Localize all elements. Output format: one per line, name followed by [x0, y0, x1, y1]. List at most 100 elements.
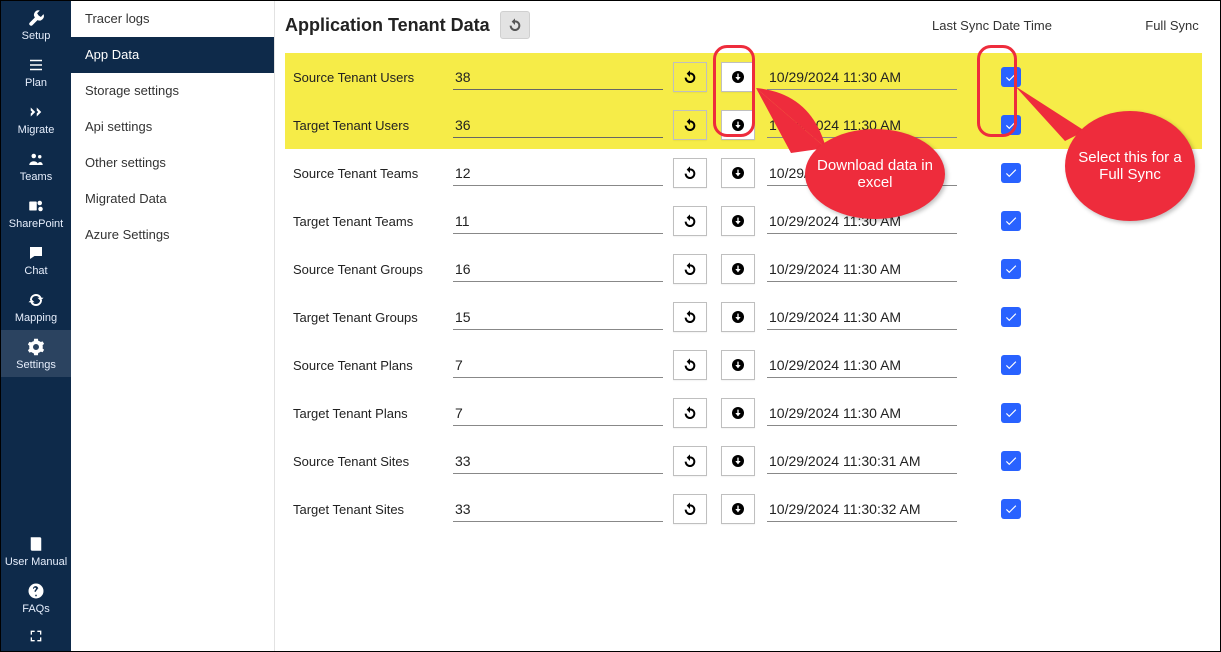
sharepoint-icon [27, 197, 45, 215]
row-refresh-button[interactable] [673, 62, 707, 92]
sidebar-item-other-settings[interactable]: Other settings [71, 145, 274, 181]
nav-mapping[interactable]: Mapping [1, 283, 71, 330]
data-row: Target Tenant Teams 11 10/29/2024 11:30 … [285, 197, 1202, 245]
row-fullsync-checkbox[interactable] [1001, 163, 1021, 183]
row-label: Target Tenant Sites [285, 502, 453, 517]
row-label: Source Tenant Sites [285, 454, 453, 469]
refresh-all-button[interactable] [500, 11, 530, 39]
data-row: Source Tenant Groups 16 10/29/2024 11:30… [285, 245, 1202, 293]
nav-usermanual[interactable]: User Manual [1, 527, 71, 574]
download-icon [730, 165, 746, 181]
nav-faqs[interactable]: FAQs [1, 574, 71, 621]
row-refresh-button[interactable] [673, 158, 707, 188]
row-refresh-button[interactable] [673, 302, 707, 332]
row-fullsync-checkbox[interactable] [1001, 115, 1021, 135]
row-refresh-button[interactable] [673, 446, 707, 476]
row-download-button[interactable] [721, 398, 755, 428]
download-icon [730, 501, 746, 517]
row-fullsync-checkbox[interactable] [1001, 451, 1021, 471]
row-fullsync-checkbox[interactable] [1001, 499, 1021, 519]
row-download-button[interactable] [721, 350, 755, 380]
row-label: Source Tenant Plans [285, 358, 453, 373]
nav-chat[interactable]: Chat [1, 236, 71, 283]
sidebar-item-api-settings[interactable]: Api settings [71, 109, 274, 145]
download-icon [730, 213, 746, 229]
check-icon [1004, 310, 1018, 324]
row-refresh-button[interactable] [673, 398, 707, 428]
download-icon [730, 357, 746, 373]
nav-migrate[interactable]: Migrate [1, 95, 71, 142]
row-lastsync: 10/29/2024 11:30 AM [767, 65, 957, 90]
row-label: Target Tenant Teams [285, 214, 453, 229]
download-icon [730, 69, 746, 85]
check-icon [1004, 70, 1018, 84]
row-label: Source Tenant Teams [285, 166, 453, 181]
row-refresh-button[interactable] [673, 206, 707, 236]
check-icon [1004, 358, 1018, 372]
row-download-button[interactable] [721, 62, 755, 92]
sync-icon [27, 291, 45, 309]
row-count: 38 [453, 65, 663, 90]
row-download-button[interactable] [721, 494, 755, 524]
refresh-icon [682, 213, 698, 229]
nav-label: User Manual [5, 556, 67, 568]
row-download-button[interactable] [721, 302, 755, 332]
sidebar-item-migrated-data[interactable]: Migrated Data [71, 181, 274, 217]
download-icon [730, 453, 746, 469]
download-icon [730, 309, 746, 325]
expand-nav-button[interactable] [1, 621, 71, 651]
row-fullsync-checkbox[interactable] [1001, 307, 1021, 327]
sidebar-item-azure-settings[interactable]: Azure Settings [71, 217, 274, 253]
column-header-lastsync: Last Sync Date Time [932, 18, 1102, 33]
data-row: Target Tenant Sites 33 10/29/2024 11:30:… [285, 485, 1202, 533]
sidebar-item-app-data[interactable]: App Data [71, 37, 274, 73]
sidebar-item-storage-settings[interactable]: Storage settings [71, 73, 274, 109]
sidebar-item-tracer-logs[interactable]: Tracer logs [71, 1, 274, 37]
row-refresh-button[interactable] [673, 254, 707, 284]
refresh-icon [682, 453, 698, 469]
nav-sharepoint[interactable]: SharePoint [1, 189, 71, 236]
row-fullsync-checkbox[interactable] [1001, 211, 1021, 231]
nav-plan[interactable]: Plan [1, 48, 71, 95]
teams-icon [27, 150, 45, 168]
nav-teams[interactable]: Teams [1, 142, 71, 189]
data-row: Source Tenant Users 38 10/29/2024 11:30 … [285, 53, 1202, 101]
row-label: Target Tenant Plans [285, 406, 453, 421]
check-icon [1004, 454, 1018, 468]
row-lastsync: 10/29/2024 11:30 AM [767, 401, 957, 426]
expand-icon [28, 628, 44, 644]
page-title: Application Tenant Data [285, 15, 490, 36]
left-nav: Setup Plan MigrateTeams SharePoint ChatMappi… [1, 1, 71, 651]
refresh-icon [682, 165, 698, 181]
row-refresh-button[interactable] [673, 494, 707, 524]
row-download-button[interactable] [721, 158, 755, 188]
row-refresh-button[interactable] [673, 350, 707, 380]
row-download-button[interactable] [721, 446, 755, 476]
row-fullsync-checkbox[interactable] [1001, 259, 1021, 279]
data-row: Target Tenant Users 36 10/29/2024 11:30 … [285, 101, 1202, 149]
row-download-button[interactable] [721, 254, 755, 284]
row-fullsync-checkbox[interactable] [1001, 355, 1021, 375]
row-lastsync: 10/29/2024 11:30 AM [767, 257, 957, 282]
nav-label: SharePoint [9, 218, 63, 230]
row-download-button[interactable] [721, 206, 755, 236]
nav-setup[interactable]: Setup [1, 1, 71, 48]
nav-label: Plan [25, 77, 47, 89]
row-download-button[interactable] [721, 110, 755, 140]
nav-settings[interactable]: Settings [1, 330, 71, 377]
row-fullsync-checkbox[interactable] [1001, 403, 1021, 423]
main-panel: Application Tenant Data Last Sync Date T… [275, 1, 1220, 651]
data-row: Source Tenant Teams 12 10/29/2024 11:30 … [285, 149, 1202, 197]
check-icon [1004, 406, 1018, 420]
row-fullsync-checkbox[interactable] [1001, 67, 1021, 87]
row-label: Source Tenant Users [285, 70, 453, 85]
chevrons-icon [27, 103, 45, 121]
check-icon [1004, 262, 1018, 276]
download-icon [730, 117, 746, 133]
row-refresh-button[interactable] [673, 110, 707, 140]
refresh-icon [682, 405, 698, 421]
row-label: Target Tenant Users [285, 118, 453, 133]
row-count: 33 [453, 497, 663, 522]
annotation-download-text: Download data in excel [815, 157, 935, 191]
wrench-icon [27, 9, 45, 27]
